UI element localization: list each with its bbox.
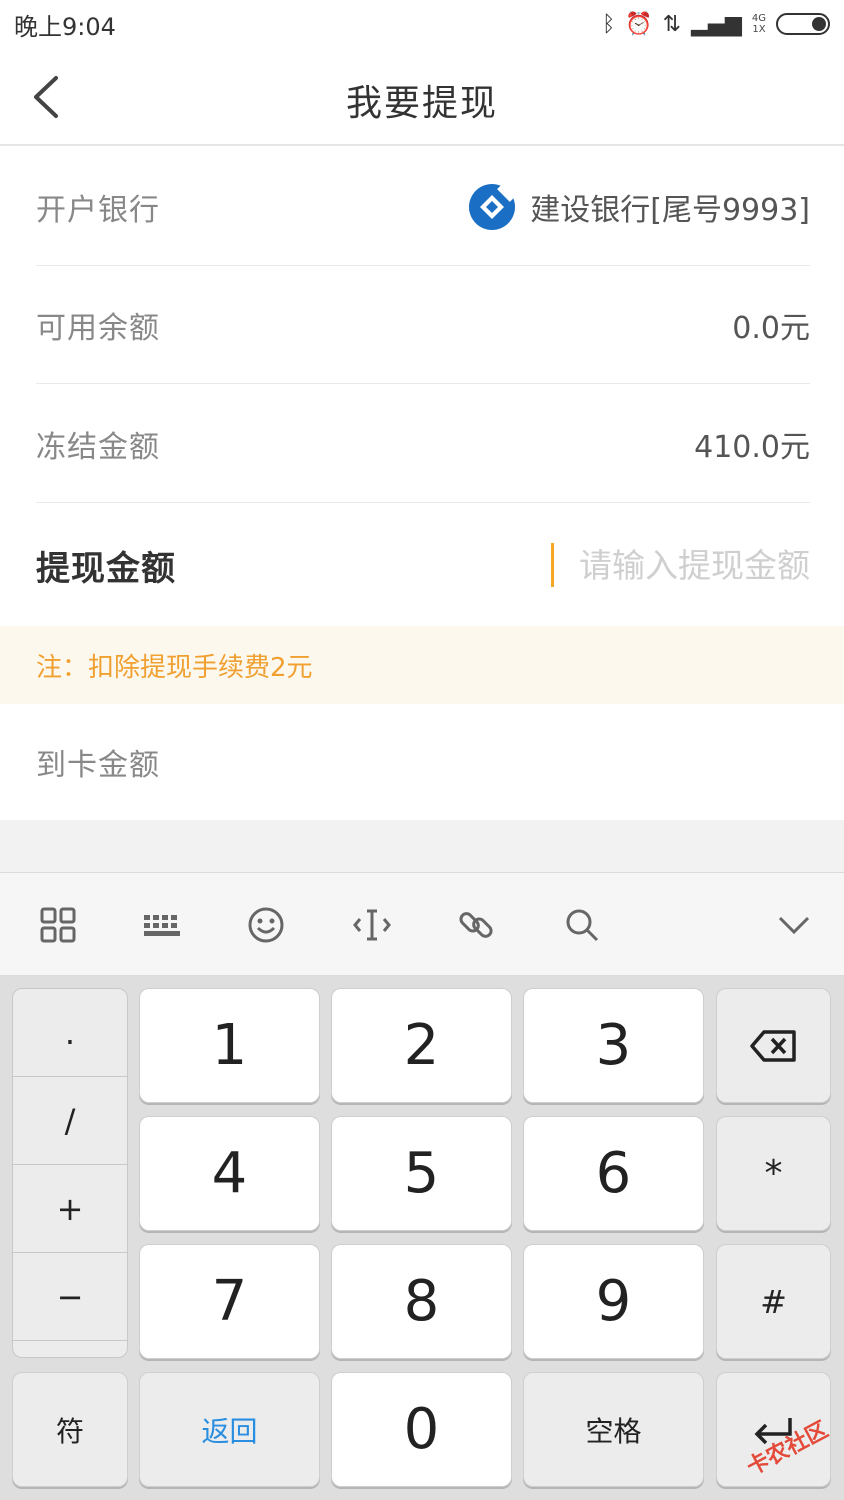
available-value: 0.0元 — [732, 310, 810, 346]
search-button[interactable] — [556, 899, 608, 951]
keyboard-icon — [144, 915, 180, 936]
cursor-move-button[interactable] — [346, 899, 398, 951]
bank-value: 建设银行[尾号9993] — [468, 182, 810, 231]
back-key[interactable]: 返回 — [139, 1372, 320, 1487]
bluetooth-icon: ᛒ — [602, 11, 616, 37]
withdraw-amount-row: 提现金额 — [36, 504, 810, 626]
status-bar: 晚上9:04 ᛒ ⏰ ⇅ ▂▄▆ 4G 1X — [0, 0, 844, 48]
key-2[interactable]: 2 — [331, 988, 512, 1103]
symbols-key-label: 符 — [55, 1414, 84, 1448]
grid-button[interactable] — [32, 899, 84, 951]
key-6[interactable]: 6 — [523, 1116, 704, 1231]
battery-icon — [776, 13, 830, 35]
alarm-icon: ⏰ — [625, 11, 653, 37]
withdraw-screen: 晚上9:04 ᛒ ⏰ ⇅ ▂▄▆ 4G 1X 我要提现 开户银行 建设银行[尾号… — [0, 0, 844, 1500]
data-transfer-icon: ⇅ — [662, 11, 682, 37]
spacer — [0, 820, 844, 872]
frozen-label: 冻结金额 — [36, 429, 160, 465]
key-9-label: 9 — [595, 1269, 632, 1334]
network-type-label: 4G 1X — [752, 13, 766, 35]
frozen-amount-row: 冻结金额 410.0元 — [36, 385, 810, 503]
available-label: 可用余额 — [36, 310, 160, 346]
text-caret — [551, 543, 554, 587]
nav-bar: 我要提现 — [0, 48, 844, 146]
chevron-down-icon — [778, 916, 810, 935]
link-icon — [459, 912, 493, 938]
arrive-amount-row: 到卡金额 — [36, 704, 810, 820]
key-7-label: 7 — [211, 1269, 248, 1334]
withdraw-input-wrap — [551, 543, 810, 587]
key-star-label: * — [764, 1153, 783, 1194]
key-5-label: 5 — [403, 1141, 440, 1206]
space-key-label: 空格 — [585, 1414, 642, 1448]
key-hash[interactable]: # — [716, 1244, 831, 1359]
page-title: 我要提现 — [345, 83, 498, 124]
key-8[interactable]: 8 — [331, 1244, 512, 1359]
backspace-key[interactable] — [716, 988, 831, 1103]
network-1x: 1X — [752, 24, 766, 35]
symbol-column: . / + − — [12, 988, 128, 1358]
backspace-icon — [749, 1029, 796, 1062]
key-star[interactable]: * — [716, 1116, 831, 1231]
key-6-label: 6 — [595, 1141, 632, 1206]
available-balance-row: 可用余额 0.0元 — [36, 266, 810, 384]
bank-label: 开户银行 — [36, 192, 160, 228]
keyboard-toolbar — [0, 872, 844, 976]
key-0-label: 0 — [403, 1397, 440, 1462]
numeric-keyboard: . / + − 1 2 3 4 5 6 * 7 8 9 # 符 返回 0 空格 — [0, 976, 844, 1500]
space-key[interactable]: 空格 — [523, 1372, 704, 1487]
key-2-label: 2 — [403, 1013, 440, 1078]
search-icon — [566, 909, 599, 942]
ccb-bank-logo-icon — [469, 182, 517, 230]
bank-row[interactable]: 开户银行 建设银行[尾号9993] — [36, 148, 810, 266]
status-time: 晚上9:04 — [14, 12, 116, 41]
frozen-value: 410.0元 — [694, 429, 810, 465]
key-dot[interactable]: . — [13, 989, 127, 1077]
collapse-keyboard-button[interactable] — [768, 899, 820, 951]
network-4g: 4G — [751, 13, 766, 24]
key-1-label: 1 — [211, 1013, 248, 1078]
key-1[interactable]: 1 — [139, 988, 320, 1103]
key-minus[interactable]: − — [13, 1253, 127, 1341]
cursor-icon — [353, 909, 391, 941]
key-9[interactable]: 9 — [523, 1244, 704, 1359]
withdraw-amount-input[interactable] — [556, 545, 810, 585]
key-0[interactable]: 0 — [331, 1372, 512, 1487]
key-4[interactable]: 4 — [139, 1116, 320, 1231]
key-3[interactable]: 3 — [523, 988, 704, 1103]
key-4-label: 4 — [211, 1141, 248, 1206]
emoji-button[interactable] — [240, 899, 292, 951]
key-slash[interactable]: / — [13, 1077, 127, 1165]
key-plus[interactable]: + — [13, 1165, 127, 1253]
emoji-icon — [248, 907, 284, 943]
bank-name: 建设银行[尾号9993] — [530, 192, 810, 228]
link-button[interactable] — [450, 899, 502, 951]
key-8-label: 8 — [403, 1269, 440, 1334]
key-5[interactable]: 5 — [331, 1116, 512, 1231]
fee-notice: 注：扣除提现手续费2元 — [0, 626, 844, 704]
key-hash-label: # — [760, 1282, 787, 1321]
key-3-label: 3 — [595, 1013, 632, 1078]
symbols-key[interactable]: 符 — [12, 1372, 128, 1487]
grid-icon — [40, 907, 76, 943]
status-icons: ᛒ ⏰ ⇅ ▂▄▆ 4G 1X — [602, 12, 830, 37]
keyboard-switch-button[interactable] — [136, 899, 188, 951]
back-key-label: 返回 — [201, 1414, 258, 1448]
withdraw-label: 提现金额 — [36, 548, 176, 589]
key-7[interactable]: 7 — [139, 1244, 320, 1359]
signal-icon: ▂▄▆ — [691, 11, 742, 37]
arrive-label: 到卡金额 — [36, 748, 160, 783]
